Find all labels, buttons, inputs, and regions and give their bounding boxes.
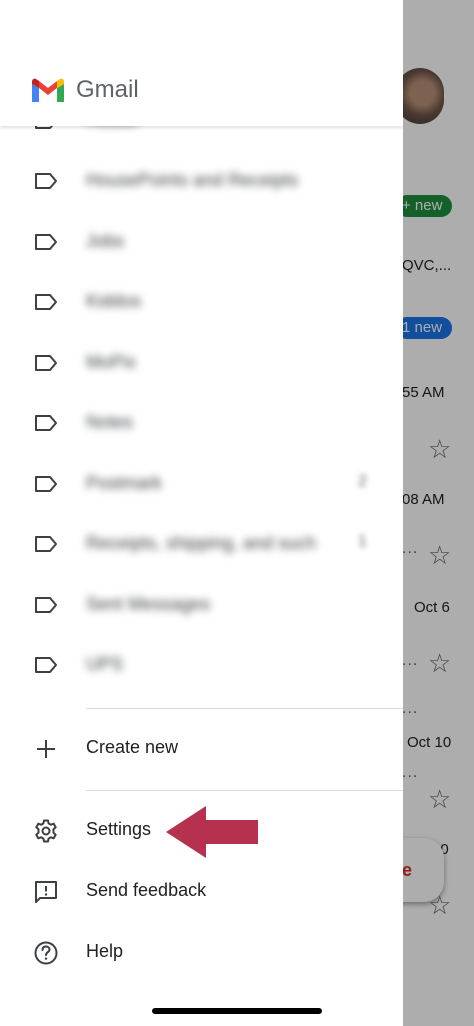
annotation-arrow-icon — [166, 806, 258, 858]
label-item[interactable]: Notes — [0, 394, 403, 454]
drawer-header: Gmail — [0, 48, 403, 126]
label-count: 1 — [358, 533, 367, 550]
label-item[interactable]: Receipts, shipping, and such 1 — [0, 515, 403, 575]
label-name: UPS — [86, 654, 124, 674]
help-icon — [34, 941, 58, 965]
label-name: Postmark — [86, 473, 163, 493]
send-feedback-button[interactable]: Send feedback — [0, 861, 403, 921]
label-icon — [35, 294, 57, 310]
divider — [86, 790, 403, 791]
label-name: MoPix — [86, 352, 137, 372]
label-name: Kiddos — [86, 291, 142, 311]
feedback-icon — [35, 881, 57, 903]
label-item[interactable]: MoPix — [0, 334, 403, 394]
label-count: 2 — [358, 473, 367, 490]
label-icon — [35, 173, 57, 189]
divider — [86, 708, 403, 709]
gmail-logo-icon — [32, 78, 64, 102]
label-icon — [35, 415, 57, 431]
label-name: Sent Messages — [86, 594, 211, 614]
help-label: Help — [86, 941, 124, 961]
send-feedback-label: Send feedback — [86, 880, 207, 900]
label-item[interactable]: Jobs — [0, 213, 403, 273]
label-icon — [35, 234, 57, 250]
settings-label: Settings — [86, 819, 152, 839]
label-icon — [35, 657, 57, 673]
label-name: Receipts, shipping, and such — [86, 533, 317, 553]
label-icon — [35, 597, 57, 613]
app-title: Gmail — [76, 76, 139, 103]
label-item[interactable]: HousePoints and Receipts — [0, 152, 403, 212]
help-button[interactable]: Help — [0, 922, 403, 982]
home-indicator — [152, 1008, 322, 1014]
label-item[interactable]: Postmark 2 — [0, 455, 403, 515]
label-item[interactable]: Sent Messages — [0, 576, 403, 636]
label-name: HousePoints and Receipts — [86, 170, 299, 190]
label-item[interactable]: UPS — [0, 636, 403, 696]
label-icon — [35, 536, 57, 552]
gear-icon — [35, 819, 57, 843]
label-name: Notes — [86, 412, 134, 432]
create-new-label-button[interactable]: Create new — [0, 718, 403, 778]
navigation-drawer: Gmail House HousePoints and Receipts Job… — [0, 0, 403, 1026]
create-new-label: Create new — [86, 737, 179, 757]
label-icon — [35, 355, 57, 371]
label-icon — [35, 476, 57, 492]
label-name: Jobs — [86, 231, 125, 251]
label-item[interactable]: Kiddos — [0, 273, 403, 333]
plus-icon — [37, 740, 55, 758]
